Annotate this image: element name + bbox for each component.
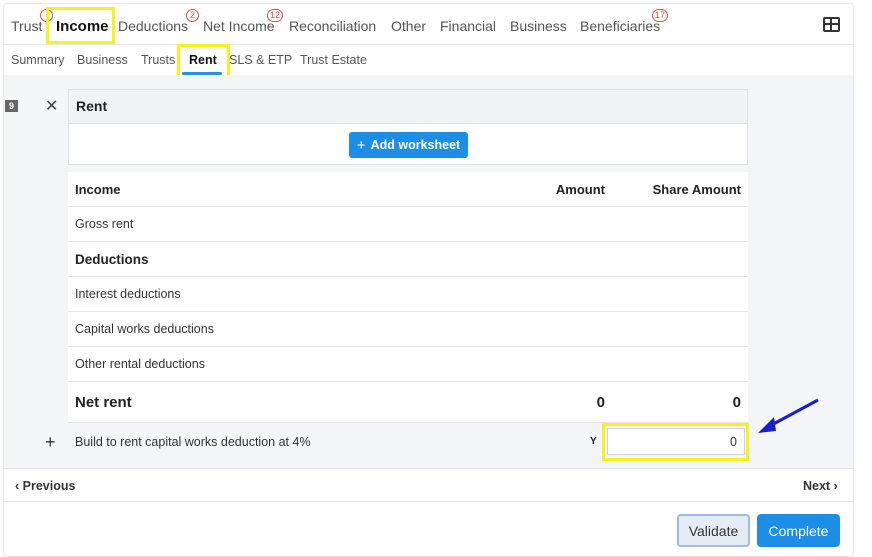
field-code-label: Y bbox=[590, 436, 597, 447]
net-rent-label: Net rent bbox=[75, 394, 132, 411]
tab-net-income-badge: 12 bbox=[267, 9, 284, 22]
table-row: Deductions bbox=[68, 242, 748, 277]
tab-other[interactable]: Other bbox=[391, 18, 426, 34]
row-label-deductions: Deductions bbox=[75, 252, 149, 267]
add-worksheet-button[interactable]: + Add worksheet bbox=[349, 132, 468, 158]
row-label-capital-works-deductions: Capital works deductions bbox=[75, 322, 214, 336]
net-rent-share: 0 bbox=[732, 394, 741, 411]
subtab-sls-etp[interactable]: SLS & ETP bbox=[229, 53, 292, 67]
tab-business[interactable]: Business bbox=[510, 18, 567, 34]
tab-reconciliation[interactable]: Reconciliation bbox=[289, 18, 376, 34]
next-link[interactable]: Next › bbox=[803, 479, 838, 493]
table-header-row: Income Amount Share Amount bbox=[68, 172, 748, 207]
highlight-build-to-rent-input bbox=[602, 423, 749, 461]
tab-deductions[interactable]: Deductions bbox=[118, 18, 188, 34]
rent-card: Rent + Add worksheet bbox=[68, 89, 748, 165]
tab-net-income[interactable]: Net Income bbox=[203, 18, 275, 34]
previous-label: Previous bbox=[22, 479, 76, 493]
previous-link[interactable]: ‹ Previous bbox=[15, 479, 75, 493]
subtab-trusts[interactable]: Trusts bbox=[141, 53, 175, 67]
divider bbox=[4, 44, 853, 45]
tab-beneficiaries[interactable]: Beneficiaries bbox=[580, 18, 660, 34]
close-icon[interactable]: ✕ bbox=[45, 96, 58, 116]
table-row: Interest deductions bbox=[68, 277, 748, 312]
net-rent-amount: 0 bbox=[596, 394, 605, 411]
build-to-rent-label: Build to rent capital works deduction at… bbox=[75, 435, 311, 449]
table-row: Gross rent bbox=[68, 207, 748, 242]
net-rent-row: Net rent 0 0 bbox=[68, 382, 748, 423]
divider bbox=[4, 501, 853, 502]
tab-trust[interactable]: Trust bbox=[11, 18, 42, 34]
tab-financial[interactable]: Financial bbox=[440, 18, 496, 34]
tab-deductions-badge: 2 bbox=[186, 9, 199, 22]
table-row: Capital works deductions bbox=[68, 312, 748, 347]
divider bbox=[4, 468, 853, 469]
header-amount: Amount bbox=[555, 182, 605, 197]
header-income: Income bbox=[75, 182, 121, 197]
header-share-amount: Share Amount bbox=[652, 182, 741, 197]
table-row: Other rental deductions bbox=[68, 347, 748, 382]
highlight-income-tab bbox=[46, 7, 115, 44]
grid-layout-icon[interactable] bbox=[823, 17, 840, 32]
expand-plus-icon[interactable]: + bbox=[45, 432, 56, 453]
validate-button[interactable]: Validate bbox=[677, 514, 750, 547]
rent-table: Income Amount Share Amount Gross rent De… bbox=[68, 172, 748, 423]
tab-beneficiaries-badge: 17 bbox=[652, 9, 669, 22]
subtab-trust-estate[interactable]: Trust Estate bbox=[300, 53, 367, 67]
item-number-badge: 9 bbox=[5, 100, 18, 112]
annotation-arrow-icon bbox=[758, 398, 819, 433]
rent-card-title: Rent bbox=[69, 90, 747, 124]
row-label-other-rental-deductions: Other rental deductions bbox=[75, 357, 205, 371]
plus-icon: + bbox=[356, 136, 366, 154]
row-label-interest-deductions: Interest deductions bbox=[75, 287, 181, 301]
subtab-business[interactable]: Business bbox=[77, 53, 128, 67]
top-tab-bar: Trust Income Deductions 2 Net Income 12 … bbox=[0, 0, 872, 44]
next-label: Next bbox=[803, 479, 831, 493]
add-worksheet-label: Add worksheet bbox=[370, 138, 461, 152]
row-label-gross-rent: Gross rent bbox=[75, 217, 134, 231]
complete-button[interactable]: Complete bbox=[757, 514, 840, 547]
subtab-summary[interactable]: Summary bbox=[11, 53, 64, 67]
